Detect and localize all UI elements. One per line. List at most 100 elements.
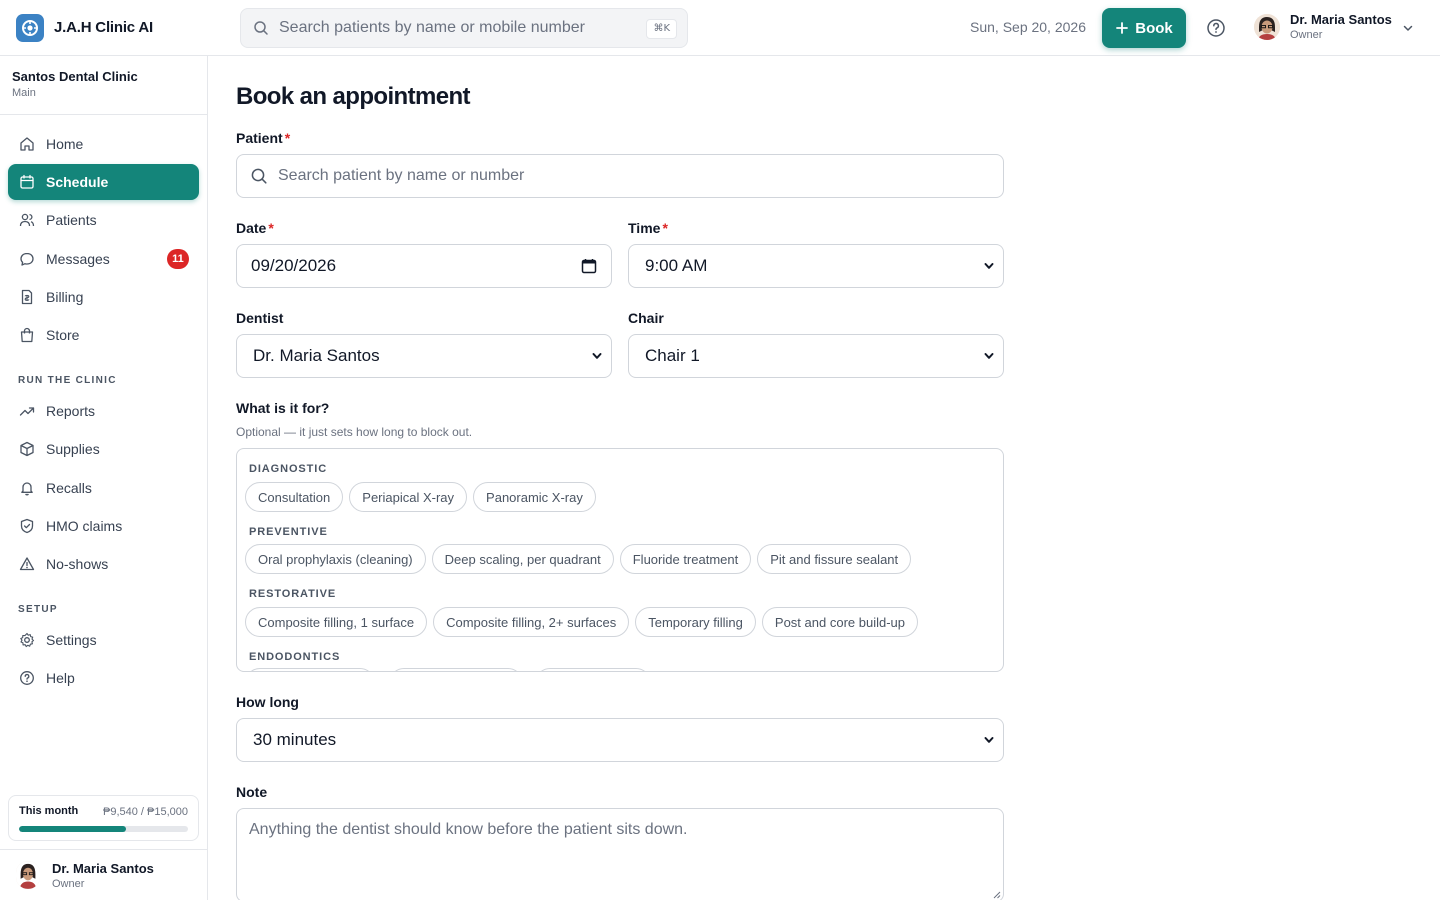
service-chip[interactable]: Composite filling, 1 surface bbox=[245, 607, 428, 637]
sidebar-item-label: Settings bbox=[46, 632, 97, 648]
nav-section-run: RUN THE CLINIC bbox=[18, 375, 117, 386]
service-chip[interactable]: Composite filling, 2+ surfaces bbox=[433, 607, 630, 637]
time-select[interactable]: 9:00 AM bbox=[628, 244, 1004, 288]
sidebar-item-supplies[interactable]: Supplies bbox=[8, 431, 199, 467]
service-category: PREVENTIVE bbox=[249, 526, 328, 538]
global-search-input[interactable]: Search patients by name or mobile number… bbox=[240, 8, 688, 48]
date-input[interactable]: 09/20/2026 bbox=[236, 244, 612, 288]
help-icon bbox=[20, 671, 34, 685]
current-date: Sun, Sep 20, 2026 bbox=[970, 19, 1086, 35]
service-chip-row: Consultation Periapical X-ray Panoramic … bbox=[245, 482, 596, 512]
shield-check-icon bbox=[20, 518, 34, 534]
purpose-label: What is it for? bbox=[236, 400, 330, 416]
search-icon bbox=[251, 168, 267, 184]
time-label-text: Time bbox=[628, 220, 661, 236]
sidebar-item-label: Patients bbox=[46, 212, 97, 228]
date-label: Date * bbox=[236, 220, 274, 236]
sidebar-item-label: Recalls bbox=[46, 480, 92, 496]
box-icon bbox=[20, 441, 34, 457]
dentist-select[interactable]: Dr. Maria Santos bbox=[236, 334, 612, 378]
service-chip[interactable]: Consultation bbox=[245, 482, 344, 512]
user-role: Owner bbox=[52, 877, 85, 890]
time-value: 9:00 AM bbox=[645, 256, 708, 275]
service-category: ENDODONTICS bbox=[249, 651, 341, 663]
book-button[interactable]: Book bbox=[1102, 8, 1186, 48]
sidebar-item-schedule[interactable]: Schedule bbox=[8, 164, 199, 200]
service-chip[interactable]: Periapical X-ray bbox=[349, 482, 468, 512]
top-bar: J.A.H Clinic AI Search patients by name … bbox=[0, 0, 1440, 56]
sidebar-item-label: Home bbox=[46, 136, 84, 152]
service-chip[interactable]: Fluoride treatment bbox=[619, 544, 752, 574]
service-chip[interactable]: Panoramic X-ray bbox=[473, 482, 596, 512]
sidebar-item-home[interactable]: Home bbox=[8, 126, 199, 162]
service-chip-partial[interactable] bbox=[535, 668, 651, 671]
patient-search-input[interactable]: Search patient by name or number bbox=[236, 154, 1004, 198]
app-name: J.A.H Clinic AI bbox=[54, 19, 153, 36]
receipt-icon bbox=[21, 289, 33, 305]
service-chip-row: Composite filling, 1 surface Composite f… bbox=[245, 607, 918, 637]
service-chip[interactable]: Deep scaling, per quadrant bbox=[431, 544, 614, 574]
message-icon bbox=[20, 252, 34, 266]
sidebar-item-messages[interactable]: Messages 11 bbox=[8, 241, 199, 277]
sidebar-item-billing[interactable]: Billing bbox=[8, 279, 199, 315]
users-icon bbox=[19, 213, 35, 227]
chevron-down-icon bbox=[984, 263, 994, 269]
sidebar-item-no-shows[interactable]: No-shows bbox=[8, 546, 199, 582]
duration-label: How long bbox=[236, 694, 299, 710]
search-placeholder: Search patients by name or mobile number bbox=[279, 19, 585, 36]
service-chip-partial[interactable] bbox=[389, 668, 523, 671]
sidebar-item-label: HMO claims bbox=[46, 518, 123, 534]
sidebar-item-label: Billing bbox=[46, 289, 84, 305]
service-chip[interactable]: Temporary filling bbox=[635, 607, 756, 637]
chair-select[interactable]: Chair 1 bbox=[628, 334, 1004, 378]
calendar-icon[interactable] bbox=[581, 258, 597, 274]
user-role: Owner bbox=[1290, 29, 1323, 41]
note-placeholder: Anything the dentist should know before … bbox=[249, 821, 688, 838]
warning-icon bbox=[19, 557, 35, 571]
bell-icon bbox=[21, 482, 33, 496]
service-chip[interactable]: Post and core build-up bbox=[761, 607, 918, 637]
service-picker[interactable]: DIAGNOSTIC Consultation Periapical X-ray… bbox=[236, 448, 1004, 672]
note-textarea[interactable]: Anything the dentist should know before … bbox=[236, 808, 1004, 900]
user-menu[interactable]: Dr. Maria Santos Owner bbox=[1254, 12, 1413, 41]
sidebar-item-patients[interactable]: Patients bbox=[8, 202, 199, 238]
resize-handle-icon[interactable] bbox=[993, 891, 1001, 899]
page-title: Book an appointment bbox=[236, 83, 471, 110]
brand[interactable]: J.A.H Clinic AI bbox=[0, 13, 208, 42]
calendar-icon bbox=[20, 174, 34, 189]
sidebar-item-help[interactable]: Help bbox=[8, 660, 199, 696]
required-marker: * bbox=[268, 220, 274, 236]
patient-placeholder: Search patient by name or number bbox=[278, 167, 525, 184]
sidebar-item-label: Reports bbox=[46, 403, 96, 419]
chevron-down-icon bbox=[984, 737, 994, 743]
sidebar-item-store[interactable]: Store bbox=[8, 317, 199, 353]
sidebar-item-settings[interactable]: Settings bbox=[8, 622, 199, 658]
chevron-down-icon bbox=[592, 353, 602, 359]
service-chip[interactable]: Pit and fissure sealant bbox=[757, 544, 912, 574]
avatar bbox=[1254, 13, 1280, 40]
chevron-down-icon bbox=[1403, 25, 1413, 31]
service-chip-row-clipped bbox=[245, 668, 651, 671]
chevron-down-icon bbox=[984, 353, 994, 359]
sidebar-item-label: Supplies bbox=[46, 441, 100, 457]
clinic-switcher[interactable]: Santos Dental Clinic Main bbox=[0, 56, 207, 115]
help-icon[interactable] bbox=[1205, 17, 1227, 44]
duration-value: 30 minutes bbox=[253, 730, 337, 749]
gear-icon bbox=[20, 632, 35, 648]
sidebar-user[interactable]: Dr. Maria Santos Owner bbox=[0, 849, 207, 900]
unread-badge: 11 bbox=[167, 249, 189, 269]
shortcut-hint: ⌘K bbox=[646, 19, 677, 39]
service-chip-partial[interactable] bbox=[245, 668, 375, 671]
sidebar-item-hmo-claims[interactable]: HMO claims bbox=[8, 508, 199, 544]
usage-value: ₱9,540 / ₱15,000 bbox=[102, 806, 188, 818]
sidebar-item-recalls[interactable]: Recalls bbox=[8, 470, 199, 506]
sidebar: Santos Dental Clinic Main Home Schedule … bbox=[0, 56, 208, 900]
clinic-logo-icon bbox=[16, 13, 44, 42]
note-label: Note bbox=[236, 784, 268, 800]
duration-select[interactable]: 30 minutes bbox=[236, 718, 1004, 762]
sidebar-item-reports[interactable]: Reports bbox=[8, 393, 199, 429]
service-chip[interactable]: Oral prophylaxis (cleaning) bbox=[245, 544, 426, 574]
dentist-label: Dentist bbox=[236, 310, 284, 326]
sidebar-item-label: Schedule bbox=[46, 174, 109, 190]
chair-label: Chair bbox=[628, 310, 664, 326]
